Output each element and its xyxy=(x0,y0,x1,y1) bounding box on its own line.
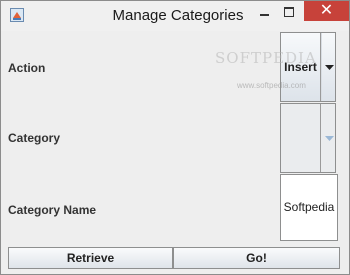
category-selected-value xyxy=(281,104,320,172)
category-name-label: Category Name xyxy=(8,203,97,217)
maximize-button[interactable] xyxy=(276,3,302,23)
close-icon: ✕ xyxy=(319,2,334,19)
category-name-field[interactable]: Softpedia xyxy=(280,174,338,241)
action-selected-value: Insert xyxy=(284,60,317,74)
form-panel: Action Insert Category Category Name Sof… xyxy=(1,31,349,274)
title-bar[interactable]: Manage Categories ✕ xyxy=(1,1,349,31)
maximize-icon xyxy=(284,7,294,17)
category-label: Category xyxy=(8,131,61,145)
minimize-icon xyxy=(259,14,269,16)
manage-categories-window: Manage Categories ✕ Action Insert Catego… xyxy=(0,0,350,275)
action-combobox[interactable]: Insert xyxy=(280,32,336,102)
category-combobox[interactable] xyxy=(280,103,336,173)
retrieve-button[interactable]: Retrieve xyxy=(8,247,173,269)
go-button[interactable]: Go! xyxy=(173,247,340,269)
action-label: Action xyxy=(8,61,46,75)
chevron-down-icon[interactable] xyxy=(321,104,336,172)
chevron-down-icon[interactable] xyxy=(321,33,336,101)
close-button[interactable]: ✕ xyxy=(304,1,349,21)
minimize-button[interactable] xyxy=(251,3,277,23)
